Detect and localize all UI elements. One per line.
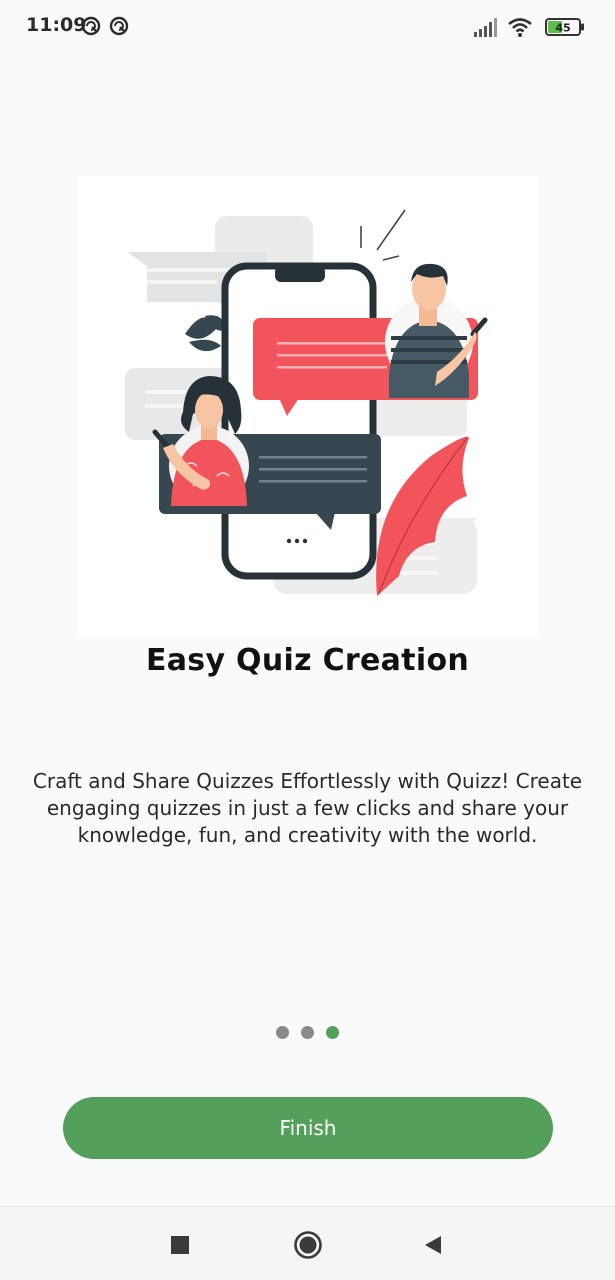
notification-icon (109, 16, 129, 36)
page-dot-3-active[interactable] (326, 1026, 339, 1039)
status-bar: 11:09 45 (0, 0, 615, 54)
home-icon (294, 1231, 322, 1259)
finish-button[interactable]: Finish (63, 1097, 553, 1159)
battery-icon: 45 (545, 18, 584, 36)
onboarding-screen: 11:09 45 Easy Quiz Creation Craft and Sh… (0, 0, 615, 1280)
cellular-signal-icon (474, 18, 497, 37)
notification-icon (81, 16, 101, 36)
page-dot-2[interactable] (301, 1026, 314, 1039)
chat-phone-illustration (77, 176, 539, 638)
wifi-icon (508, 18, 532, 37)
status-time: 11:09 (26, 14, 87, 36)
recents-button[interactable] (162, 1227, 198, 1263)
battery-level-text: 45 (555, 22, 570, 35)
status-right-group: 45 (445, 14, 585, 40)
back-icon (425, 1236, 441, 1254)
page-description: Craft and Share Quizzes Effortlessly wit… (32, 769, 583, 847)
page-title: Easy Quiz Creation (145, 643, 470, 678)
page-indicator (0, 1026, 615, 1040)
page-dot-1[interactable] (276, 1026, 289, 1039)
illustration-svg (125, 209, 488, 596)
home-button[interactable] (290, 1227, 326, 1263)
system-navigation-bar (0, 1206, 615, 1280)
recents-icon (171, 1236, 189, 1254)
back-button[interactable] (415, 1227, 451, 1263)
